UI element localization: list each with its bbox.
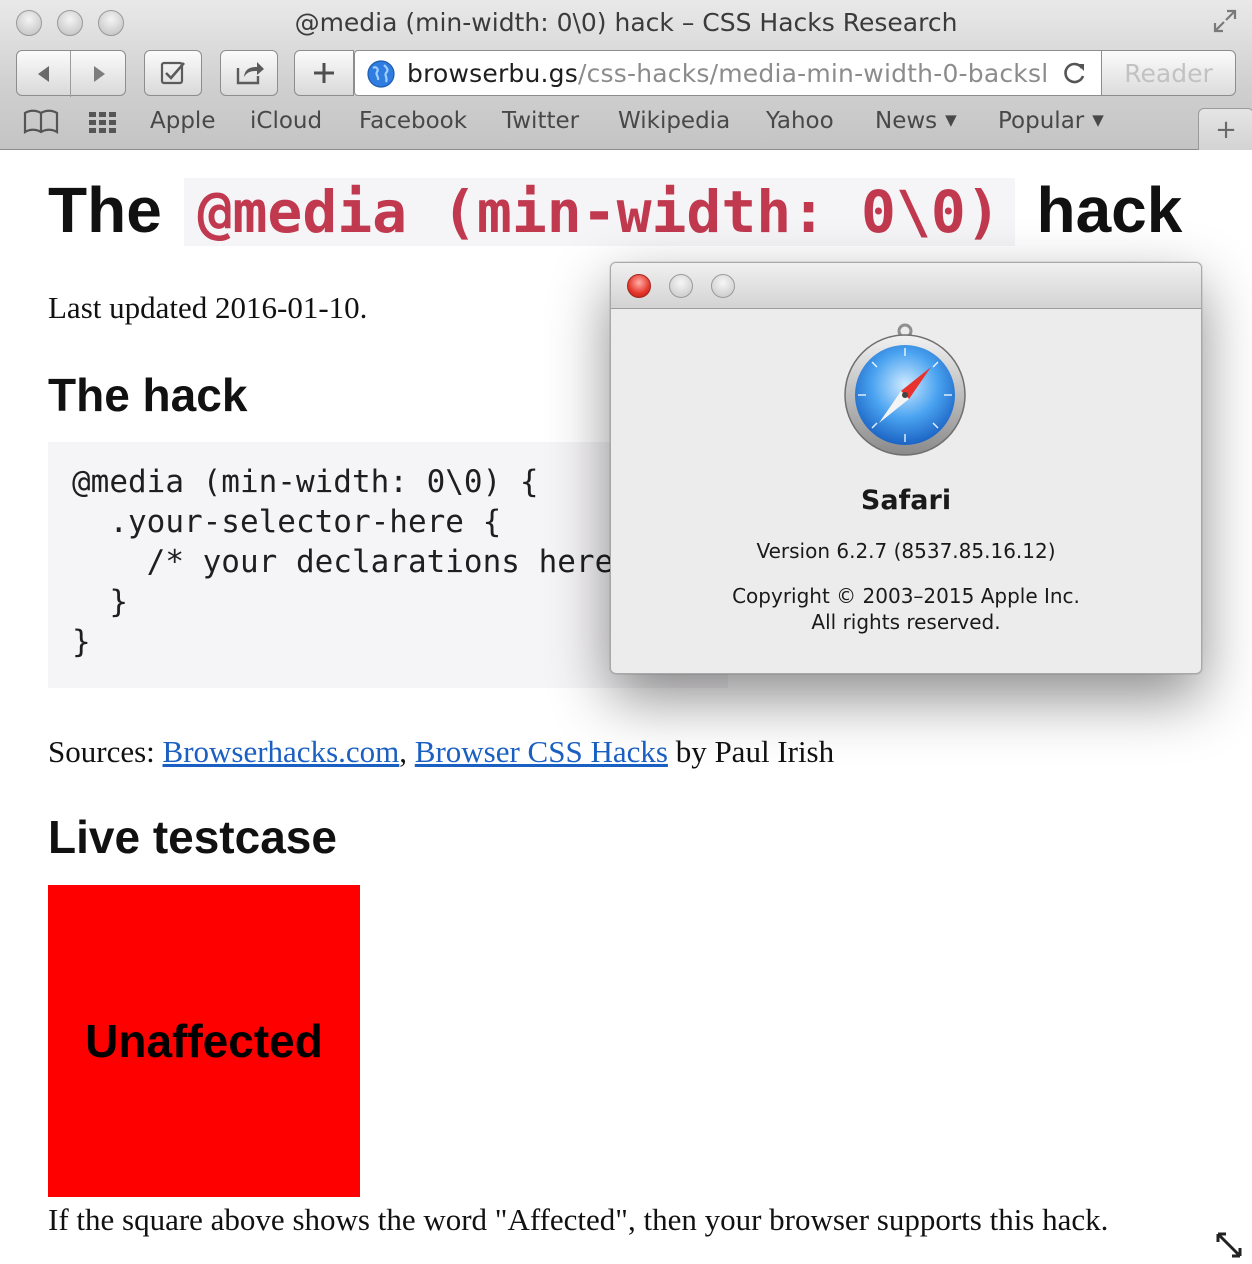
bookmark-wikipedia[interactable]: Wikipedia	[618, 108, 730, 134]
back-icon	[37, 66, 49, 82]
dialog-app-name: Safari	[860, 485, 952, 516]
window-title: @media (min-width: 0\0) hack – CSS Hacks…	[294, 8, 958, 37]
dialog-rights-line: All rights reserved.	[811, 610, 1001, 634]
bookmark-facebook[interactable]: Facebook	[359, 108, 467, 134]
bookmark-popular-label: Popular	[998, 108, 1085, 134]
share-icon	[236, 62, 264, 85]
page-title-suffix: hack	[1036, 174, 1183, 246]
testcase-label: Unaffected	[85, 1015, 323, 1067]
sources-suffix: by Paul Irish	[667, 734, 835, 769]
url-path: /css-hacks/media-min-width-0-backslash-0…	[577, 59, 1102, 88]
dialog-close-button[interactable]	[627, 274, 651, 298]
new-tab-button[interactable]	[294, 50, 354, 96]
sources-line: Sources: Browserhacks.com, Browser CSS H…	[48, 734, 834, 770]
title-bar: @media (min-width: 0\0) hack – CSS Hacks…	[0, 0, 1252, 46]
fullscreen-icon[interactable]	[1212, 8, 1238, 34]
about-safari-dialog: Safari Version 6.2.7 (8537.85.16.12) Cop…	[610, 262, 1202, 674]
reload-button[interactable]	[1049, 51, 1101, 95]
safari-compass-icon	[844, 323, 966, 456]
reload-icon	[1064, 62, 1085, 84]
last-updated: Last updated 2016-01-10.	[48, 290, 368, 325]
bookmark-news-label: News	[875, 108, 938, 134]
dialog-minimize-button	[669, 274, 693, 298]
chevron-down-icon: ▼	[945, 111, 957, 129]
page-title-code: @media (min-width: 0\0)	[183, 178, 1015, 246]
sources-prefix: Sources:	[48, 734, 163, 769]
address-bar[interactable]: browserbu.gs/css-hacks/media-min-width-0…	[354, 50, 1102, 96]
url-text: browserbu.gs/css-hacks/media-min-width-0…	[407, 59, 1102, 88]
dialog-version: Version 6.2.7 (8537.85.16.12)	[756, 539, 1056, 563]
globe-icon	[367, 60, 395, 88]
url-host: browserbu.gs	[407, 59, 578, 88]
page-title: The @media (min-width: 0\0) hack	[48, 170, 1182, 252]
forward-button[interactable]	[72, 51, 126, 97]
code-text: @media (min-width: 0\0) { .your-selector…	[72, 464, 669, 660]
section-heading-hack: The hack	[48, 369, 248, 421]
source-link-browser-css-hacks[interactable]: Browser CSS Hacks	[415, 734, 668, 769]
testcase-square: Unaffected	[48, 885, 360, 1197]
dialog-zoom-button	[711, 274, 735, 298]
page-title-prefix: The	[48, 174, 162, 246]
forward-icon	[94, 66, 105, 82]
back-forward-group	[16, 50, 126, 97]
dialog-copyright-line: Copyright © 2003–2015 Apple Inc.	[732, 584, 1080, 608]
bookmarks-bar: Apple iCloud Facebook Twitter Wikipedia …	[0, 102, 1252, 146]
source-link-browserhacks[interactable]: Browserhacks.com	[163, 734, 400, 769]
chevron-down-icon: ▼	[1092, 111, 1104, 129]
top-sites-grid-icon[interactable]	[86, 108, 124, 136]
section-heading-live-testcase: Live testcase	[48, 811, 337, 863]
bookmark-twitter[interactable]: Twitter	[502, 108, 579, 134]
bookmark-apple[interactable]: Apple	[150, 108, 215, 134]
dialog-copyright: Copyright © 2003–2015 Apple Inc. All rig…	[611, 583, 1201, 635]
bookmark-icloud[interactable]: iCloud	[250, 108, 322, 134]
bookmark-folder-popular[interactable]: Popular ▼	[998, 108, 1104, 134]
tab-bar-add-button[interactable]: +	[1198, 108, 1252, 150]
add-bookmark-button[interactable]	[144, 50, 202, 96]
reader-button[interactable]: Reader	[1102, 50, 1236, 96]
dialog-title-bar	[611, 263, 1201, 309]
new-tab-plus-icon	[314, 63, 334, 83]
toolbar: browserbu.gs/css-hacks/media-min-width-0…	[0, 50, 1252, 98]
bookmarks-book-icon[interactable]	[22, 108, 60, 136]
share-button[interactable]	[220, 50, 278, 96]
sources-separator: ,	[399, 734, 415, 769]
back-button[interactable]	[17, 51, 71, 97]
bookmark-folder-news[interactable]: News ▼	[875, 108, 957, 134]
bookmark-yahoo[interactable]: Yahoo	[766, 108, 834, 134]
bookmark-add-icon	[160, 61, 185, 85]
resize-grip-icon[interactable]	[1214, 1230, 1244, 1260]
testcase-explanation: If the square above shows the word "Affe…	[48, 1202, 1109, 1237]
browser-chrome: @media (min-width: 0\0) hack – CSS Hacks…	[0, 0, 1252, 150]
